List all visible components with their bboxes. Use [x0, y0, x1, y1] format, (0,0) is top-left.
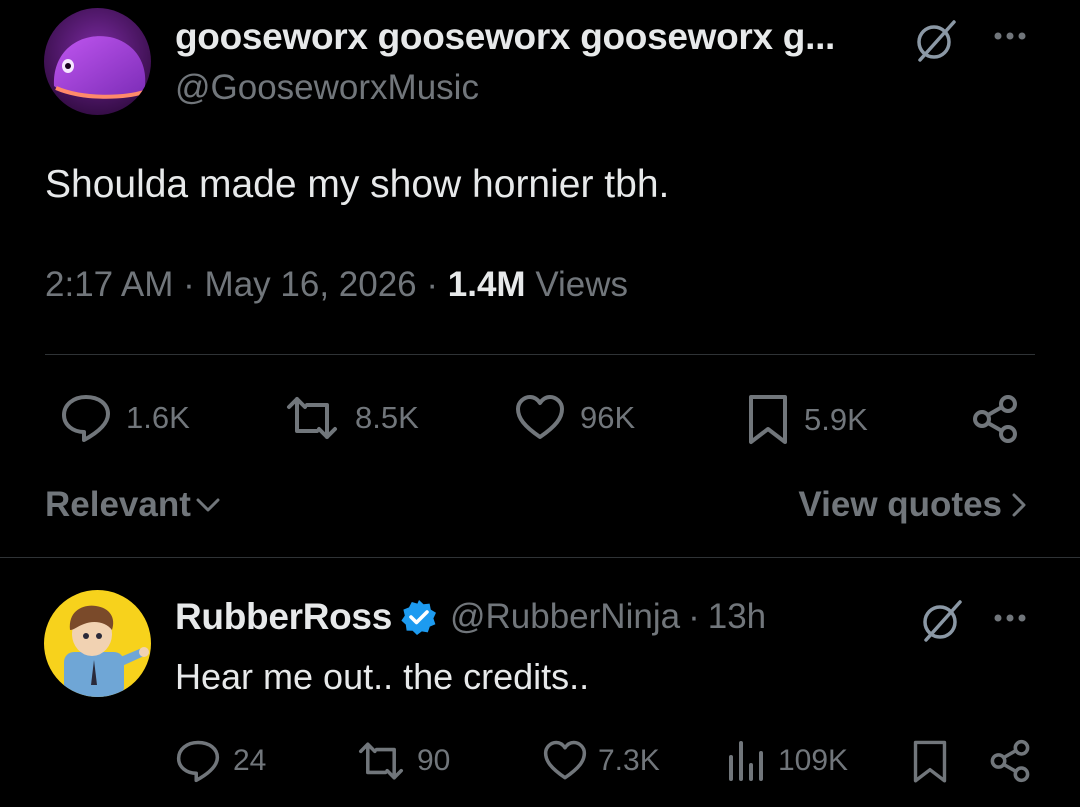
more-icon[interactable] [992, 30, 1032, 42]
repost-button[interactable]: 8.5K [283, 393, 419, 443]
reply-header: RubberRoss @RubberNinja · 13h [175, 596, 766, 638]
view-quotes-label: View quotes [798, 485, 1002, 524]
sort-label: Relevant [45, 485, 191, 524]
grok-icon[interactable] [912, 16, 960, 64]
views-icon [726, 739, 766, 783]
reply-button[interactable]: 1.6K [60, 393, 190, 443]
reply-count: 1.6K [126, 400, 190, 435]
meta-separator: · [183, 265, 195, 304]
tweet-meta: 2:17 AM · May 16, 2026 · 1.4M Views [45, 265, 628, 305]
like-icon [542, 739, 588, 783]
meta-separator: · [688, 597, 700, 636]
bookmark-count: 5.9K [804, 402, 868, 437]
tweet-date[interactable]: May 16, 2026 [205, 265, 417, 304]
more-icon[interactable] [992, 612, 1032, 624]
like-count: 96K [580, 400, 636, 435]
views-count[interactable]: 1.4M [448, 265, 526, 304]
reply-author-name[interactable]: RubberRoss [175, 596, 392, 638]
reply-icon [60, 393, 112, 443]
like-icon [514, 393, 566, 443]
bookmark-button[interactable]: 5.9K [746, 393, 868, 447]
chevron-down-icon [195, 495, 221, 515]
reply-author-avatar[interactable] [44, 590, 151, 697]
reply-author-handle[interactable]: @RubberNinja [450, 597, 680, 637]
tweet-time[interactable]: 2:17 AM [45, 265, 173, 304]
views-label[interactable]: Views [535, 265, 628, 304]
chevron-right-icon [1010, 491, 1028, 519]
reply-text: Hear me out.. the credits.. [175, 656, 590, 697]
repost-count: 8.5K [355, 400, 419, 435]
reply-reply-button[interactable]: 24 [175, 739, 266, 783]
reply-repost-count: 90 [417, 744, 451, 777]
reply-like-count: 7.3K [598, 744, 660, 777]
author-avatar[interactable] [44, 8, 151, 115]
divider [0, 557, 1080, 558]
reply-repost-button[interactable]: 90 [355, 739, 450, 783]
meta-separator: · [426, 265, 439, 304]
bookmark-icon [746, 393, 790, 447]
view-quotes-link[interactable]: View quotes [798, 485, 1028, 525]
share-icon[interactable] [988, 739, 1032, 783]
reply-views-button[interactable]: 109K [726, 739, 848, 783]
grok-icon[interactable] [918, 596, 966, 644]
divider [45, 354, 1035, 355]
reply-like-button[interactable]: 7.3K [542, 739, 660, 783]
author-handle[interactable]: @GooseworxMusic [175, 68, 479, 108]
tweet-text: Shoulda made my show hornier tbh. [45, 163, 670, 206]
reply-icon [175, 739, 221, 783]
verified-badge-icon [400, 598, 438, 636]
author-name[interactable]: gooseworx gooseworx gooseworx g... [175, 16, 835, 58]
repost-icon [355, 739, 407, 783]
repost-icon [283, 393, 341, 443]
reply-time[interactable]: 13h [708, 597, 766, 637]
like-button[interactable]: 96K [514, 393, 635, 443]
bookmark-icon[interactable] [911, 739, 949, 785]
share-icon[interactable] [970, 394, 1020, 444]
reply-reply-count: 24 [233, 744, 267, 777]
sort-dropdown[interactable]: Relevant [45, 485, 221, 525]
reply-views-count: 109K [778, 744, 849, 777]
